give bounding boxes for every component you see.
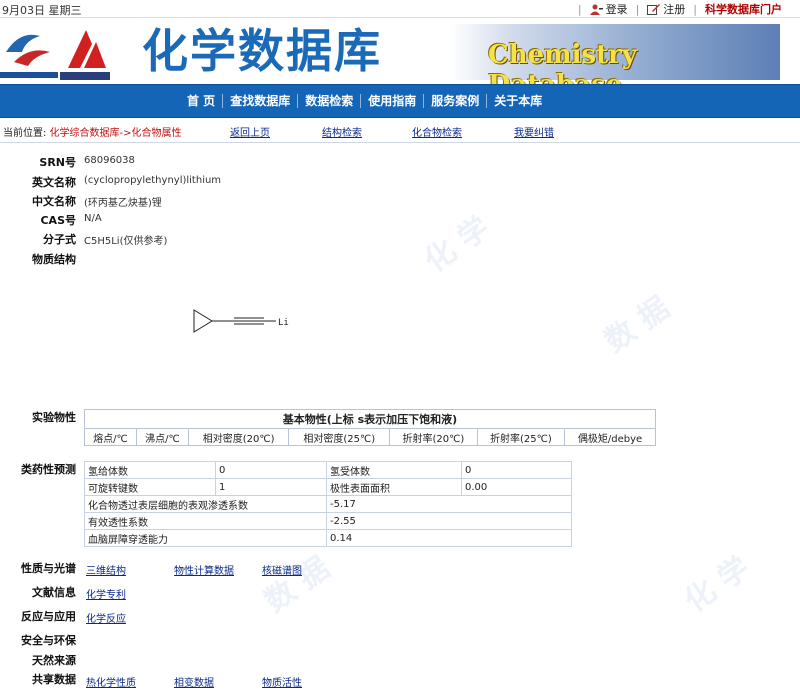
druglike-table: 氢给体数 0 氢受体数 0 可旋转键数 1 极性表面面积 0.00 化合物透过表… [84, 461, 572, 547]
table-cell: -5.17 [326, 495, 572, 513]
nav-data-search[interactable]: 数据检索 [298, 94, 362, 108]
reaction-link[interactable]: 化学反应 [86, 610, 126, 625]
breadcrumb-prefix: 当前位置: [3, 128, 47, 139]
cas-label: CAS号 [40, 214, 76, 227]
cn-name-label: 中文名称 [32, 195, 76, 208]
formula-value: C5H5Li(仅供参考) [84, 236, 168, 247]
3d-structure-link[interactable]: 三维结构 [86, 562, 126, 577]
table-row: 血脑屏障穿透能力 0.14 [84, 529, 572, 547]
divider [0, 142, 800, 143]
site-title: 化学数据库 [142, 24, 382, 78]
en-name-label: 英文名称 [32, 176, 76, 189]
table-cell: -2.55 [326, 512, 572, 530]
top-bar: 9月03日 星期三 | 登录 | 注册 | 科学数据库门户 [0, 0, 800, 18]
table-cell: 0.00 [461, 478, 572, 496]
table-cell: 化合物透过表层细胞的表观渗透系数 [84, 495, 327, 513]
shared-data-label: 共享数据 [32, 673, 76, 686]
cn-name-value: (环丙基乙炔基)锂 [84, 198, 162, 209]
table-cell: 1 [215, 478, 327, 496]
science-db-logo [60, 30, 110, 80]
table-cell: 可旋转键数 [84, 478, 216, 496]
table-cell: 0.14 [326, 529, 572, 547]
date-text: 9月03日 星期三 [2, 4, 82, 17]
column-header: 折射率(20℃) [389, 428, 478, 446]
structure-label: 物质结构 [32, 253, 76, 266]
compound-search-link[interactable]: 化合物检索 [412, 124, 462, 139]
watermark: 化 学 [678, 550, 757, 620]
druglike-label: 类药性预测 [21, 463, 76, 476]
table-row: 氢给体数 0 氢受体数 0 [84, 461, 572, 479]
watermark: 数 据 [598, 290, 677, 360]
banner: 化学数据库 Chemistry Database [0, 18, 800, 100]
calc-properties-link[interactable]: 物性计算数据 [174, 562, 234, 577]
column-header: 沸点/℃ [135, 428, 189, 446]
report-error-link[interactable]: 我要纠错 [514, 124, 554, 139]
nav-home[interactable]: 首 页 [180, 94, 224, 108]
srn-label: SRN号 [39, 156, 76, 169]
safety-label: 安全与环保 [21, 634, 76, 647]
portal-link[interactable]: 科学数据库门户 [705, 1, 782, 17]
cas-value: N/A [84, 213, 102, 224]
register-label: 注册 [663, 3, 686, 16]
nmr-spectra-link[interactable]: 核磁谱图 [262, 562, 302, 577]
structure-search-link[interactable]: 结构检索 [322, 124, 362, 139]
srn-value: 68096038 [84, 155, 135, 166]
structure-diagram: Li [193, 309, 289, 333]
column-header: 偶极矩/debye [564, 428, 656, 446]
thermochemistry-link[interactable]: 热化学性质 [86, 674, 136, 689]
experimental-table: 基本物性(上标 s表示加压下饱和液) 熔点/℃ 沸点/℃ 相对密度(20℃) 相… [84, 409, 656, 446]
top-links: | 登录 | 注册 | 科学数据库门户 [578, 1, 782, 17]
natural-source-label: 天然来源 [32, 654, 76, 667]
nav-about[interactable]: 关于本库 [487, 94, 549, 108]
breadcrumb-text: 当前位置: 化学综合数据库->化合物属性 [3, 124, 182, 139]
experimental-label: 实验物性 [32, 411, 76, 424]
divider: | [635, 2, 640, 16]
structure-atom-label: Li [278, 318, 289, 328]
properties-label: 性质与光谱 [21, 562, 76, 575]
pencil-icon [647, 3, 661, 15]
formula-label: 分子式 [43, 233, 76, 246]
login-label: 登录 [605, 3, 628, 16]
table-cell: 0 [215, 461, 327, 479]
patent-link[interactable]: 化学专利 [86, 586, 126, 601]
table-row: 有效透性系数 -2.55 [84, 512, 572, 530]
column-header: 相对密度(20℃) [187, 428, 290, 446]
table-cell: 血脑屏障穿透能力 [84, 529, 327, 547]
divider: | [693, 2, 697, 16]
watermark: 化 学 [418, 210, 497, 280]
user-icon [589, 4, 603, 15]
reaction-label: 反应与应用 [21, 610, 76, 623]
column-header: 相对密度(25℃) [288, 428, 391, 446]
column-header: 折射率(25℃) [476, 428, 566, 446]
breadcrumb: 当前位置: 化学综合数据库->化合物属性 返回上页 结构检索 化合物检索 我要纠… [0, 122, 800, 140]
column-header: 熔点/℃ [84, 428, 137, 446]
back-link[interactable]: 返回上页 [230, 124, 270, 139]
table-row: 化合物透过表层细胞的表观渗透系数 -5.17 [84, 495, 572, 513]
nav-find-database[interactable]: 查找数据库 [223, 94, 299, 108]
literature-label: 文献信息 [32, 586, 76, 599]
breadcrumb-path: 化学综合数据库->化合物属性 [49, 128, 182, 139]
en-name-value: (cyclopropylethynyl)lithium [84, 175, 222, 186]
table-cell: 氢给体数 [84, 461, 216, 479]
nav-guide[interactable]: 使用指南 [361, 94, 425, 108]
watermark: 数 据 [258, 550, 337, 620]
activity-link[interactable]: 物质活性 [262, 674, 302, 689]
register-link[interactable]: 注册 [647, 1, 685, 17]
phase-change-link[interactable]: 相变数据 [174, 674, 214, 689]
table-row: 可旋转键数 1 极性表面面积 0.00 [84, 478, 572, 496]
login-link[interactable]: 登录 [589, 1, 628, 17]
table-cell: 有效透性系数 [84, 512, 327, 530]
institution-logo [0, 34, 58, 78]
table-cell: 氢受体数 [326, 461, 462, 479]
table-cell: 极性表面面积 [326, 478, 462, 496]
main-nav: 首 页 查找数据库 数据检索 使用指南 服务案例 关于本库 [0, 84, 800, 118]
table-cell: 0 [461, 461, 572, 479]
banner-graphic: Chemistry Database [450, 24, 780, 100]
experimental-table-title: 基本物性(上标 s表示加压下饱和液) [84, 409, 656, 429]
nav-cases[interactable]: 服务案例 [424, 94, 488, 108]
divider: | [577, 2, 582, 16]
